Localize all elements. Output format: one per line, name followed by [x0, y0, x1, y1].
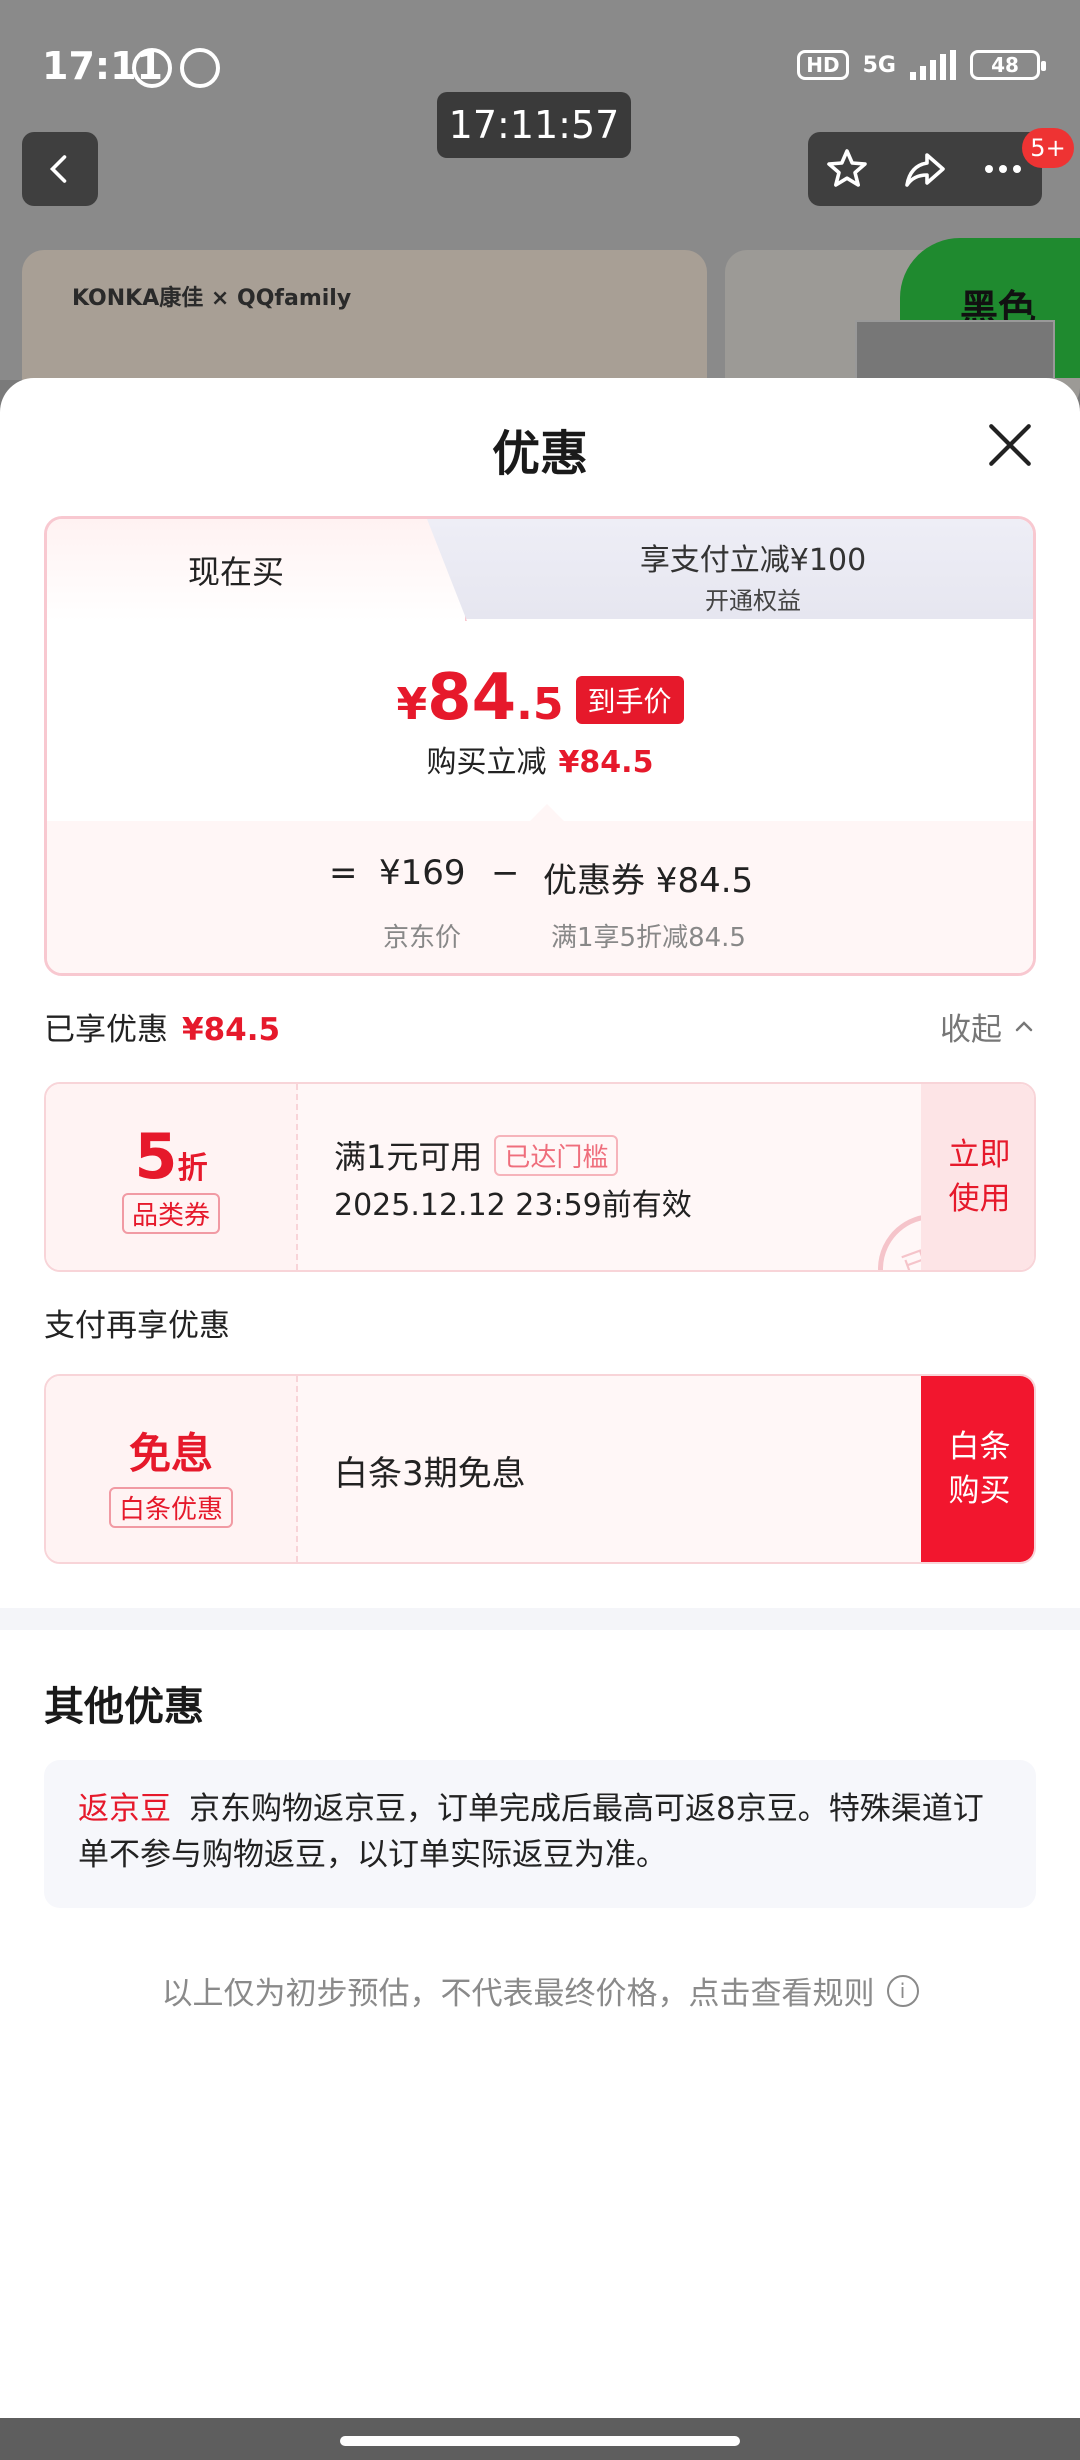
mute-icon [132, 48, 172, 88]
jingdou-offer: 返京豆 京东购物返京豆，订单完成后最高可返8京豆。特殊渠道订单不参与购物返豆，以订… [44, 1760, 1036, 1908]
coupon-condition: 满1元可用 [334, 1138, 483, 1176]
alarm-icon [180, 48, 220, 88]
tab-pay-discount-title: 享支付立减¥100 [639, 543, 867, 578]
chevron-left-icon [49, 155, 67, 183]
tab-pay-discount-subtitle: 开通权益 [705, 587, 801, 615]
collapse-toggle[interactable]: 收起 [940, 1004, 1036, 1049]
coupon-value-panel: 5折 品类券 [46, 1084, 298, 1270]
tab-buy-now-label: 现在买 [187, 553, 284, 591]
price-card: 现在买 享支付立减¥100 开通权益 ¥84.5 到手价 购买立减 ¥84.5 =… [44, 516, 1036, 976]
coupon-type-tag: 品类券 [121, 1193, 220, 1234]
other-offers-title: 其他优惠 [44, 1684, 204, 1730]
tab-buy-now[interactable]: 现在买 [47, 519, 467, 621]
jd-price: ¥169 [379, 853, 466, 893]
tab-pay-discount[interactable]: 享支付立减¥100 开通权益 [467, 519, 1033, 619]
share-button[interactable] [895, 139, 955, 199]
enjoyed-discount: 已享优惠 ¥84.5 [44, 1004, 280, 1049]
section-divider [0, 1608, 1080, 1630]
threshold-reached-tag: 已达门槛 [494, 1134, 619, 1176]
baitiao-value-panel: 免息 白条优惠 [46, 1376, 298, 1562]
network-label: 5G [862, 52, 896, 78]
floating-thumbnail[interactable] [855, 320, 1055, 380]
sheet-title: 优惠 [491, 426, 588, 482]
price-tabs: 现在买 享支付立减¥100 开通权益 [47, 519, 1033, 621]
baitiao-buy-button[interactable]: 白条购买 [921, 1376, 1034, 1562]
enjoyed-label: 已享优惠 [44, 1012, 168, 1048]
rules-note[interactable]: 以上仅为初步预估，不代表最终价格，点击查看规则 i [0, 1968, 1080, 2013]
final-price: ¥84.5 [396, 661, 564, 735]
coupon-caption: 满1享5折减84.5 [551, 923, 746, 953]
use-now-label: 立即使用 [948, 1137, 1011, 1217]
equals-sign: = [329, 853, 358, 893]
jd-price-caption: 京东价 [383, 923, 462, 953]
info-icon: i [886, 1974, 919, 2007]
message-badge: 5+ [1022, 128, 1074, 168]
use-now-button[interactable]: 立即使用 [921, 1084, 1034, 1270]
category-coupon: 5折 品类券 满1元可用 已达门槛 2025.12.12 23:59前有效 已领… [44, 1082, 1036, 1272]
instant-discount-label: 购买立减 [426, 745, 547, 780]
collapse-label: 收起 [940, 1012, 1002, 1048]
instant-discount-value: ¥84.5 [558, 745, 654, 780]
favorite-button[interactable] [817, 139, 877, 199]
instant-discount-row: 购买立减 ¥84.5 [47, 737, 1033, 781]
interest-free-label: 免息 [128, 1429, 213, 1478]
coupon-discount: 5 [134, 1120, 178, 1193]
jingdou-tag: 返京豆 [78, 1791, 171, 1827]
price-breakdown: = ¥169 − 优惠券 ¥84.5 京东价 满1享5折减84.5 [47, 821, 1033, 973]
baitiao-description: 白条3期免息 [334, 1454, 526, 1494]
share-icon [905, 153, 945, 187]
jingdou-description: 京东购物返京豆，订单完成后最高可返8京豆。特殊渠道订单不参与购物返豆，以订单实际… [78, 1791, 984, 1873]
discount-sheet: 优惠 现在买 享支付立减¥100 开通权益 ¥84.5 到手价 购买立减 ¥84.… [0, 378, 1080, 2418]
final-price-row: ¥84.5 到手价 [47, 661, 1033, 735]
baitiao-details: 白条3期免息 [298, 1376, 963, 1562]
coupon-details: 满1元可用 已达门槛 2025.12.12 23:59前有效 已领 [298, 1084, 1004, 1270]
baitiao-type-tag: 白条优惠 [108, 1487, 233, 1528]
coupon-amount: 优惠券 ¥84.5 [543, 861, 754, 901]
status-right: HD 5G 48 [797, 50, 1046, 80]
rules-note-text: 以上仅为初步预估，不代表最终价格，点击查看规则 [161, 1976, 875, 2012]
minus-sign: − [491, 853, 520, 893]
final-price-tag: 到手价 [575, 676, 684, 724]
coupon-expiry: 2025.12.12 23:59前有效 [334, 1188, 692, 1223]
nav-actions [808, 132, 1042, 206]
hd-icon: HD [797, 50, 849, 80]
brand-logo: KONKA康佳 × QQfamily [72, 286, 352, 311]
coupon-discount-unit: 折 [177, 1151, 208, 1186]
baitiao-buy-label: 白条购买 [948, 1429, 1011, 1509]
close-icon[interactable] [985, 420, 1035, 470]
overlay-clock: 17:11:57 [437, 92, 631, 158]
more-icon [985, 165, 1021, 173]
chevron-up-icon [1015, 1020, 1033, 1031]
signal-icon [910, 50, 956, 80]
home-indicator[interactable] [340, 2436, 740, 2446]
star-icon [827, 149, 867, 187]
battery-icon: 48 [970, 50, 1046, 80]
baitiao-offer: 免息 白条优惠 白条3期免息 白条购买 [44, 1374, 1036, 1564]
enjoyed-value: ¥84.5 [182, 1012, 281, 1048]
pay-more-title: 支付再享优惠 [44, 1308, 230, 1344]
back-button[interactable] [22, 132, 98, 206]
